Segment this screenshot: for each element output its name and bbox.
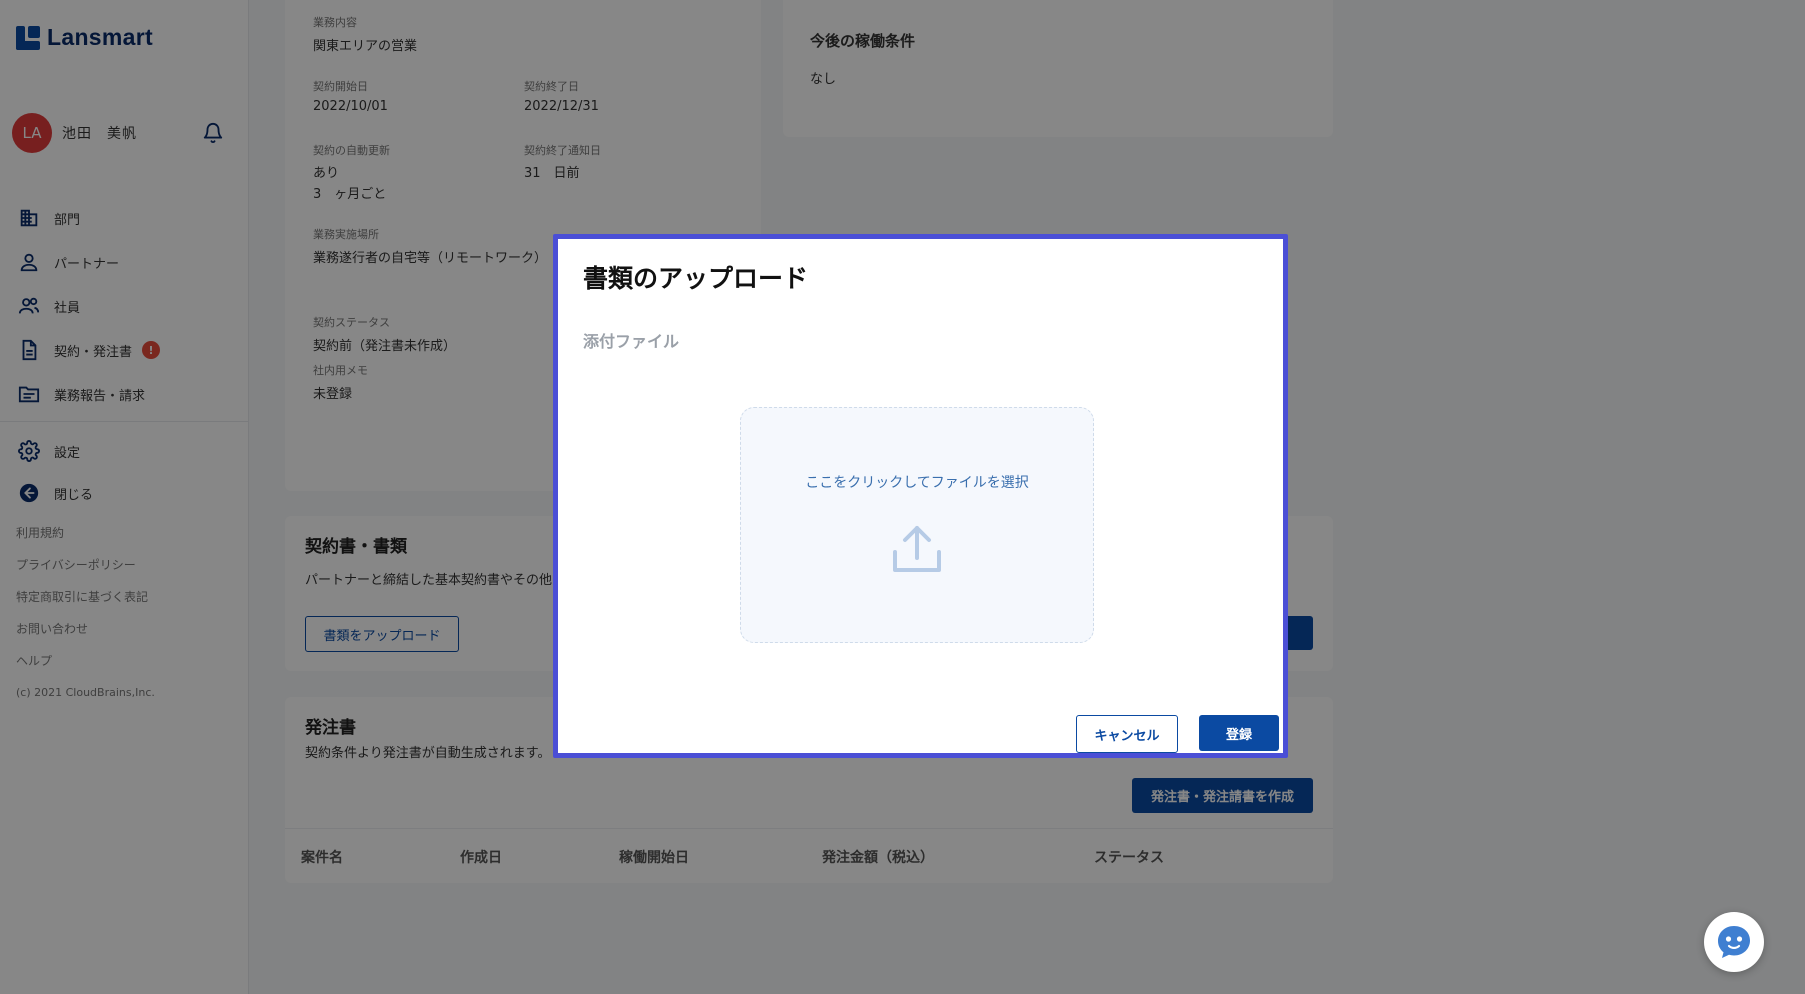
dropzone-text: ここをクリックしてファイルを選択 xyxy=(805,475,1029,491)
chat-bot-icon xyxy=(1718,926,1750,958)
cancel-button[interactable]: キャンセル xyxy=(1076,715,1178,753)
file-dropzone[interactable]: ここをクリックしてファイルを選択 xyxy=(740,407,1094,643)
chat-support-button[interactable] xyxy=(1704,912,1764,972)
attachment-label: 添付ファイル xyxy=(583,332,680,351)
upload-icon xyxy=(893,526,941,572)
submit-button[interactable]: 登録 xyxy=(1199,715,1279,751)
dialog-title: 書類のアップロード xyxy=(583,264,809,293)
upload-dialog: 書類のアップロード 添付ファイル ここをクリックしてファイルを選択 キャンセル … xyxy=(553,234,1288,758)
